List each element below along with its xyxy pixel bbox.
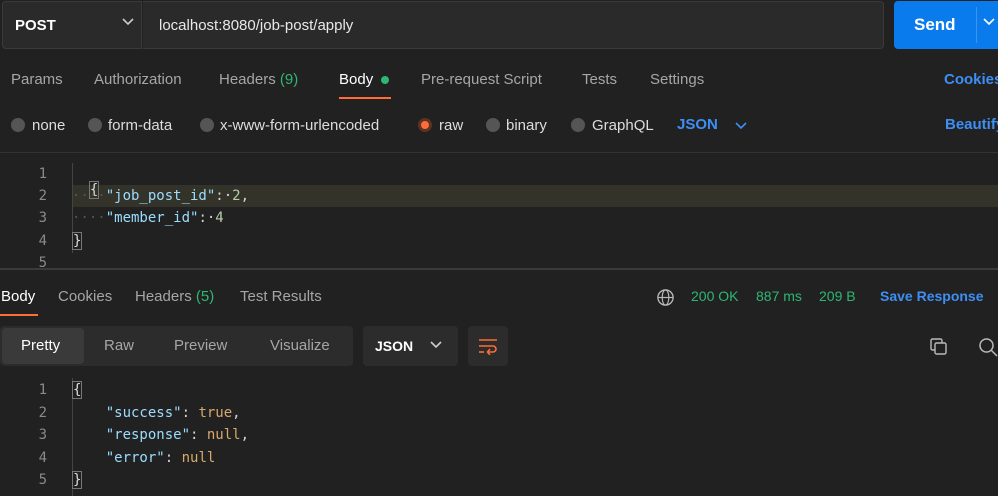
line-number: 4 <box>38 233 47 249</box>
tab-body[interactable]: Body <box>339 71 373 88</box>
tab-response-cookies[interactable]: Cookies <box>58 288 112 305</box>
line-number: 1 <box>38 166 47 182</box>
url-text: localhost:8080/job-post/apply <box>159 17 354 34</box>
pane-splitter[interactable] <box>0 268 998 270</box>
radio-none-label[interactable]: none <box>32 117 65 134</box>
code-line: } <box>72 471 83 489</box>
wrap-lines-icon <box>479 339 497 355</box>
active-tab-indicator <box>0 314 38 316</box>
code-line: ····"job_post_id":·2, <box>72 188 250 204</box>
tab-params[interactable]: Params <box>11 71 63 88</box>
send-label: Send <box>914 15 956 34</box>
radio-none[interactable] <box>11 118 25 132</box>
radio-graphql[interactable] <box>571 118 585 132</box>
response-body-viewer[interactable]: { <box>72 381 83 399</box>
close-brace: } <box>72 471 83 489</box>
chevron-down-icon[interactable] <box>734 119 748 133</box>
radio-form-data[interactable] <box>88 118 102 132</box>
url-input[interactable]: localhost:8080/job-post/apply <box>143 1 884 49</box>
view-pretty[interactable]: Pretty <box>21 337 60 354</box>
radio-urlencoded-label[interactable]: x-www-form-urlencoded <box>220 117 379 134</box>
json-value: 4 <box>215 210 224 226</box>
radio-form-data-label[interactable]: form-data <box>108 117 172 134</box>
body-modified-dot <box>381 76 389 84</box>
view-visualize[interactable]: Visualize <box>270 337 330 354</box>
json-key: "response" <box>105 427 191 443</box>
line-number: 3 <box>38 210 47 226</box>
view-raw[interactable]: Raw <box>104 337 134 354</box>
body-format-select[interactable]: JSON <box>677 116 718 133</box>
code-line: "error": null <box>105 450 216 466</box>
response-headers-count: (5) <box>195 288 215 305</box>
tab-response-body[interactable]: Body <box>1 288 35 305</box>
tab-response-headers-label: Headers <box>135 288 192 305</box>
close-brace: } <box>72 232 83 250</box>
radio-raw[interactable] <box>418 118 432 132</box>
open-brace: { <box>72 381 83 399</box>
response-time[interactable]: 887 ms <box>756 288 802 304</box>
chevron-down-icon <box>430 341 442 349</box>
copy-icon[interactable] <box>929 337 949 357</box>
tab-headers[interactable]: Headers (9) <box>219 71 298 88</box>
code-line: "success": true, <box>105 405 241 421</box>
json-value: 2 <box>232 188 241 204</box>
cookies-link[interactable]: Cookies <box>944 71 998 88</box>
line-number: 2 <box>38 188 47 204</box>
tab-response-headers[interactable]: Headers (5) <box>135 288 214 305</box>
radio-binary-label[interactable]: binary <box>506 117 547 134</box>
send-divider <box>976 7 977 43</box>
chevron-down-icon <box>122 18 134 26</box>
search-icon[interactable] <box>978 337 998 357</box>
beautify-link[interactable]: Beautify <box>945 116 998 133</box>
radio-raw-label[interactable]: raw <box>439 117 463 134</box>
json-value: null <box>181 450 216 466</box>
radio-graphql-label[interactable]: GraphQL <box>592 117 654 134</box>
line-number: 2 <box>38 405 47 421</box>
active-tab-indicator <box>339 97 391 99</box>
tab-authorization[interactable]: Authorization <box>94 71 182 88</box>
line-number: 5 <box>38 472 47 488</box>
line-number: 4 <box>38 450 47 466</box>
code-line: } <box>72 232 83 250</box>
headers-count: (9) <box>279 71 299 88</box>
tab-settings[interactable]: Settings <box>650 71 704 88</box>
json-value: null <box>206 427 241 443</box>
chevron-down-icon[interactable] <box>982 15 996 29</box>
response-format-select[interactable]: JSON <box>363 326 458 366</box>
tab-tests[interactable]: Tests <box>582 71 617 88</box>
json-key: "success" <box>105 405 182 421</box>
tab-headers-label: Headers <box>219 71 276 88</box>
method-label: POST <box>15 17 56 34</box>
editor-top-border <box>0 152 998 153</box>
send-button[interactable]: Send <box>894 1 998 49</box>
view-preview[interactable]: Preview <box>174 337 227 354</box>
line-number: 1 <box>38 382 47 398</box>
tab-test-results[interactable]: Test Results <box>240 288 322 305</box>
globe-icon[interactable] <box>656 288 675 307</box>
code-line: ····"member_id":·4 <box>72 210 224 226</box>
json-key: "member_id" <box>105 210 199 226</box>
tab-pre-request-script[interactable]: Pre-request Script <box>421 71 542 88</box>
json-key: "job_post_id" <box>105 188 216 204</box>
response-size[interactable]: 209 B <box>819 288 856 304</box>
wrap-lines-button[interactable] <box>468 326 508 366</box>
json-key: "error" <box>105 450 165 466</box>
radio-binary[interactable] <box>486 118 500 132</box>
status-code[interactable]: 200 OK <box>691 288 738 304</box>
json-value: true <box>198 405 233 421</box>
response-format-label: JSON <box>375 338 414 354</box>
radio-urlencoded[interactable] <box>200 118 214 132</box>
line-number: 3 <box>38 427 47 443</box>
method-select[interactable]: POST <box>2 1 142 49</box>
code-line: "response": null, <box>105 427 250 443</box>
save-response-button[interactable]: Save Response <box>880 288 984 304</box>
